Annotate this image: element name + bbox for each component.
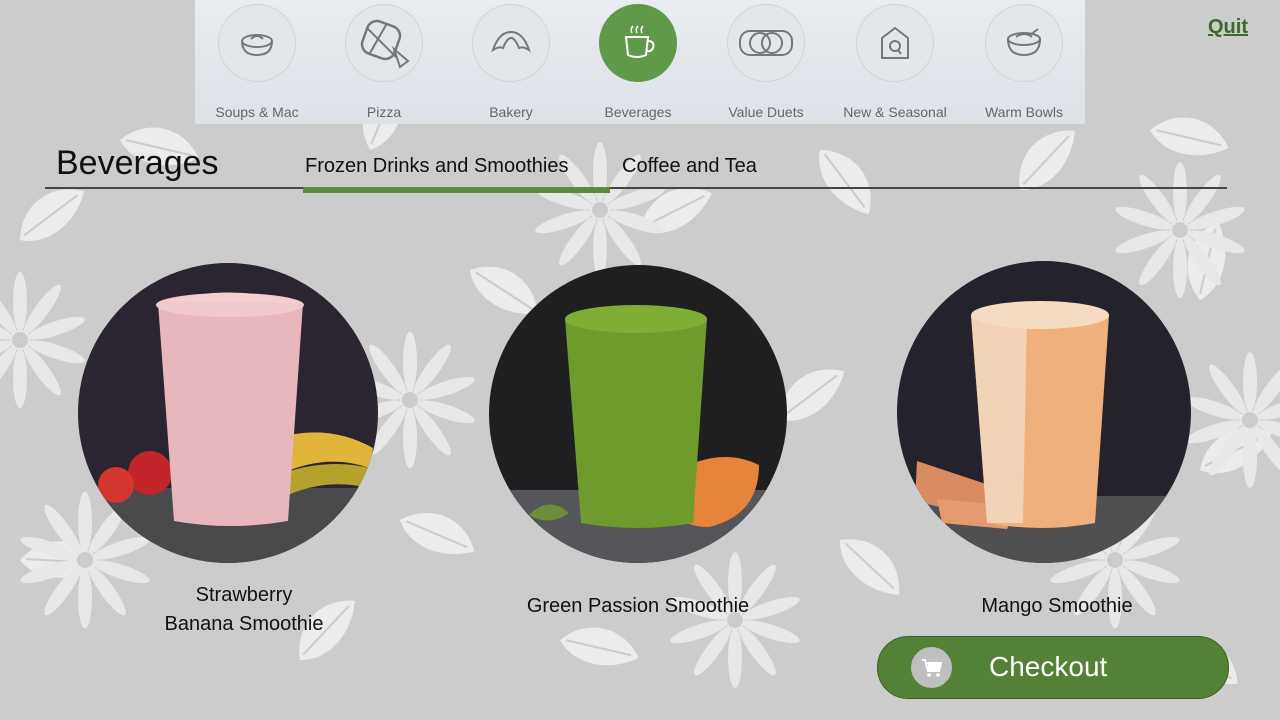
- rings-icon: [727, 4, 805, 82]
- product-name: Strawberry Banana Smoothie: [138, 581, 350, 639]
- cart-icon: [911, 647, 952, 688]
- pizza-icon: [345, 4, 423, 82]
- category-value-duets[interactable]: Value Duets: [711, 0, 821, 120]
- category-bakery[interactable]: Bakery: [456, 0, 566, 120]
- tab-coffee-tea[interactable]: Coffee and Tea: [622, 155, 757, 178]
- product-name: Green Passion Smoothie: [526, 595, 750, 617]
- category-label: Bakery: [489, 104, 533, 120]
- house-icon: [856, 4, 934, 82]
- category-label: Soups & Mac: [215, 104, 299, 120]
- page-title: Beverages: [56, 144, 219, 182]
- strawberry-banana-smoothie-image: [78, 263, 378, 563]
- mango-smoothie-image: [897, 261, 1191, 563]
- product-name-line: Strawberry: [195, 584, 293, 606]
- quit-link[interactable]: Quit: [1208, 16, 1248, 39]
- bowl-icon: [218, 4, 296, 82]
- category-nav: Soups & Mac Pizza Bakery Beverages Value…: [195, 0, 1085, 124]
- product-card-green-passion[interactable]: Green Passion Smoothie: [489, 265, 789, 625]
- tab-frozen-drinks[interactable]: Frozen Drinks and Smoothies: [305, 155, 568, 178]
- product-name-line: Banana Smoothie: [164, 613, 324, 635]
- product-card-mango[interactable]: Mango Smoothie: [897, 261, 1191, 621]
- warm-bowl-icon: [985, 4, 1063, 82]
- category-beverages[interactable]: Beverages: [583, 0, 693, 120]
- header-divider: [45, 187, 1227, 189]
- category-new-seasonal[interactable]: New & Seasonal: [840, 0, 950, 120]
- cup-icon: [599, 4, 677, 82]
- category-label: Pizza: [366, 104, 402, 120]
- category-label: New & Seasonal: [843, 104, 947, 120]
- product-name: Mango Smoothie: [981, 595, 1133, 617]
- checkout-button[interactable]: Checkout: [877, 636, 1229, 699]
- category-warm-bowls[interactable]: Warm Bowls: [969, 0, 1079, 120]
- category-label: Warm Bowls: [984, 104, 1064, 120]
- category-label: Value Duets: [728, 104, 804, 120]
- checkout-label: Checkout: [989, 651, 1108, 682]
- category-label: Beverages: [604, 104, 672, 120]
- active-tab-indicator: [303, 187, 610, 193]
- green-passion-smoothie-image: [489, 265, 787, 563]
- croissant-icon: [472, 4, 550, 82]
- product-card-strawberry-banana[interactable]: Strawberry Banana Smoothie: [78, 263, 380, 643]
- category-pizza[interactable]: Pizza: [329, 0, 439, 120]
- category-soups-mac[interactable]: Soups & Mac: [202, 0, 312, 120]
